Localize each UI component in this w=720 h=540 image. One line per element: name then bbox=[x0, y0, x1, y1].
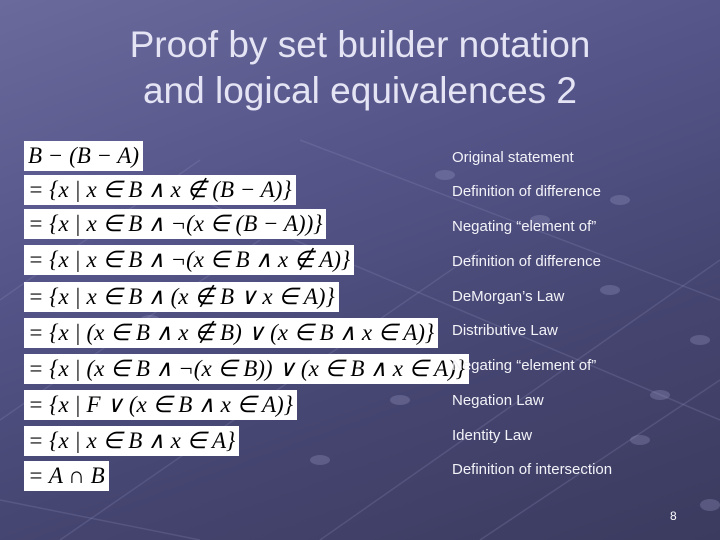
reason-step-6: Distributive Law bbox=[452, 322, 558, 339]
reason-step-3: Negating “element of” bbox=[452, 218, 597, 235]
reason-step-8: Negation Law bbox=[452, 392, 544, 409]
formula-step-4: = {x | x ∈ B ∧ ¬(x ∈ B ∧ x ∉ A)} bbox=[24, 245, 355, 275]
reason-step-2: Definition of difference bbox=[452, 183, 601, 200]
formula-step-5: = {x | x ∈ B ∧ (x ∉ B ∨ x ∈ A)} bbox=[24, 282, 339, 312]
formula-step-3: = {x | x ∈ B ∧ ¬(x ∈ (B − A))} bbox=[24, 209, 327, 239]
reason-step-7: Negating “element of” bbox=[452, 357, 597, 374]
page-number: 8 bbox=[670, 509, 677, 523]
reason-step-9: Identity Law bbox=[452, 427, 533, 444]
formula-step-10: = A ∩ B bbox=[24, 461, 109, 491]
reason-step-1: Original statement bbox=[452, 149, 574, 166]
reason-step-5: DeMorgan’s Law bbox=[452, 288, 565, 305]
formula-step-7: = {x | (x ∈ B ∧ ¬(x ∈ B)) ∨ (x ∈ B ∧ x ∈… bbox=[24, 354, 469, 384]
formula-step-1: B − (B − A) bbox=[24, 141, 144, 171]
reason-step-4: Definition of difference bbox=[452, 253, 601, 270]
formula-step-8: = {x | F ∨ (x ∈ B ∧ x ∈ A)} bbox=[24, 390, 297, 420]
reason-step-10: Definition of intersection bbox=[452, 461, 613, 478]
formula-step-6: = {x | (x ∈ B ∧ x ∉ B) ∨ (x ∈ B ∧ x ∈ A)… bbox=[24, 318, 439, 348]
title-line-1: Proof by set builder notation bbox=[129, 24, 591, 65]
slide-title: Proof by set builder notation and logica… bbox=[0, 22, 720, 114]
title-line-2: and logical equivalences 2 bbox=[142, 70, 578, 111]
formula-step-9: = {x | x ∈ B ∧ x ∈ A} bbox=[24, 426, 240, 456]
formula-step-2: = {x | x ∈ B ∧ x ∉ (B − A)} bbox=[24, 175, 296, 205]
